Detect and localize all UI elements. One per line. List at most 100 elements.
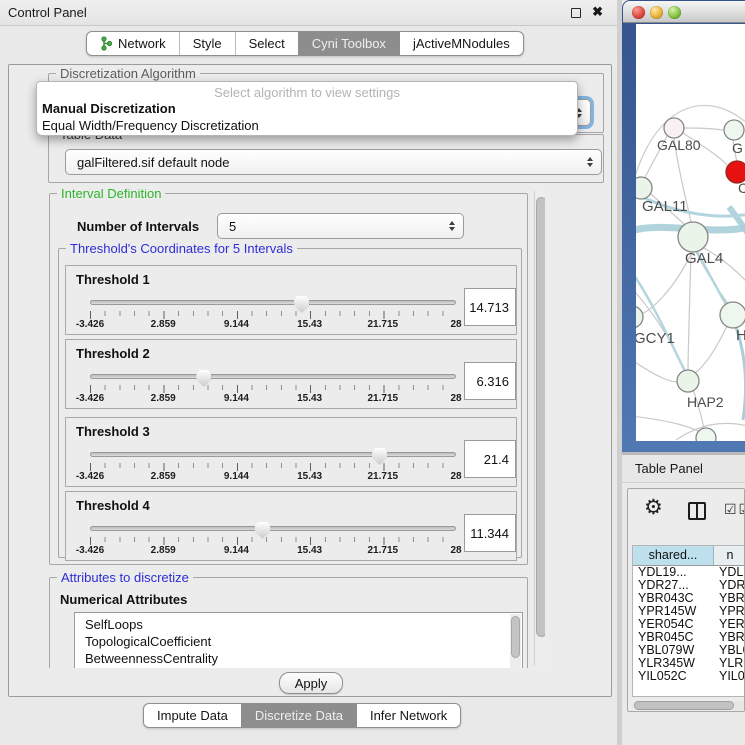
list-scrollbar-thumb[interactable] xyxy=(511,616,520,658)
threshold-3-panel: Threshold 3 -3.426 2.859 9.144 15.43 xyxy=(65,417,517,487)
threshold-2-slider[interactable]: -3.426 2.859 9.144 15.43 21.715 28 xyxy=(90,370,456,406)
column-header-name[interactable]: n xyxy=(714,546,745,565)
thresholds-group-title: Threshold's Coordinates for 5 Intervals xyxy=(66,241,297,256)
tab-style[interactable]: Style xyxy=(179,32,235,55)
node-partial-top-right xyxy=(724,120,744,140)
column-layout-icon[interactable] xyxy=(688,502,706,520)
close-traffic-light[interactable] xyxy=(632,6,645,19)
list-scrollbar[interactable] xyxy=(510,614,521,668)
tab-discretize-data[interactable]: Discretize Data xyxy=(241,704,356,727)
attributes-group: Attributes to discretize Numerical Attri… xyxy=(49,577,528,668)
tab-network[interactable]: Network xyxy=(87,32,179,55)
table-row[interactable]: YBR045CYBR0 xyxy=(633,631,745,644)
table-row[interactable]: YDR27...YDR2 xyxy=(633,579,745,592)
table-row[interactable]: YDL19...YDL1 xyxy=(633,566,745,579)
node-partial-right xyxy=(720,302,745,328)
threshold-3-value-field[interactable]: 21.4 xyxy=(464,440,516,478)
axis-label: 28 xyxy=(450,545,461,556)
combo-arrows-icon xyxy=(587,157,593,167)
minimize-traffic-light[interactable] xyxy=(650,6,663,19)
node-gal80 xyxy=(664,118,684,138)
algorithm-option-manual[interactable]: Manual Discretization xyxy=(42,101,176,116)
tab-impute-data-label: Impute Data xyxy=(157,704,228,727)
tab-jactivemnodules[interactable]: jActiveMNodules xyxy=(399,32,523,55)
apply-button[interactable]: Apply xyxy=(279,672,343,694)
tab-cyni-toolbox[interactable]: Cyni Toolbox xyxy=(298,32,399,55)
axis-label: 21.715 xyxy=(368,471,399,482)
threshold-2-value-field[interactable]: 6.316 xyxy=(464,362,516,400)
node-gal4 xyxy=(678,222,708,252)
axis-label: 28 xyxy=(450,319,461,330)
threshold-3-slider[interactable]: -3.426 2.859 9.144 15.43 21.715 28 xyxy=(90,448,456,484)
slider-track xyxy=(90,300,456,305)
slider-track xyxy=(90,526,456,531)
threshold-4-value-field[interactable]: 11.344 xyxy=(464,514,516,552)
table-panel-title: Table Panel xyxy=(635,461,703,476)
network-canvas[interactable]: GAL80 G C GAL11 GAL4 GCY1 H HAP2 xyxy=(636,24,745,441)
gear-icon[interactable]: ⚙ xyxy=(644,497,663,518)
threshold-4-label: Threshold 4 xyxy=(76,498,150,513)
table-row[interactable]: YIL052CYIL0 xyxy=(633,670,745,683)
axis-label: 9.144 xyxy=(224,471,249,482)
threshold-2-label: Threshold 2 xyxy=(76,346,150,361)
threshold-1-slider[interactable]: -3.426 2.859 9.144 15.43 21.715 28 xyxy=(90,296,456,332)
list-item[interactable]: SelfLoops xyxy=(75,613,522,633)
label-gcy1: GCY1 xyxy=(636,330,675,347)
numerical-attributes-list[interactable]: SelfLoops TopologicalCoefficient Between… xyxy=(74,612,523,668)
close-icon[interactable]: ✖ xyxy=(592,4,603,20)
tab-style-label: Style xyxy=(193,32,222,55)
network-icon xyxy=(100,36,113,51)
axis-label: 15.43 xyxy=(297,393,322,404)
cell: YPR1 xyxy=(714,605,745,618)
node-gcy1 xyxy=(636,306,643,328)
combo-arrows-icon xyxy=(449,221,455,231)
tab-infer-network[interactable]: Infer Network xyxy=(356,704,460,727)
tab-impute-data[interactable]: Impute Data xyxy=(144,704,241,727)
slider-major-ticks xyxy=(90,463,457,471)
tab-select[interactable]: Select xyxy=(235,32,298,55)
axis-label: 15.43 xyxy=(297,471,322,482)
list-item[interactable]: TopologicalCoefficient xyxy=(75,633,522,650)
network-window: GAL80 G C GAL11 GAL4 GCY1 H HAP2 xyxy=(622,0,745,452)
threshold-4-slider[interactable]: -3.426 2.859 9.144 15.43 21.715 28 xyxy=(90,522,456,558)
tab-infer-network-label: Infer Network xyxy=(370,704,447,727)
table-row[interactable]: YBL079WYBL0 xyxy=(633,644,745,657)
num-intervals-combobox[interactable]: 5 xyxy=(217,213,464,239)
table-row[interactable]: YPR145WYPR1 xyxy=(633,605,745,618)
threshold-1-panel: Threshold 1 -3.426 2.859 9.144 15.43 xyxy=(65,265,517,335)
label-gal11: GAL11 xyxy=(642,198,688,215)
table-row[interactable]: YER054CYER0 xyxy=(633,618,745,631)
checkbox-icons[interactable]: ☑☑ xyxy=(724,501,745,518)
cell: YLR3 xyxy=(714,657,745,670)
table-row[interactable]: YBR043CYBR0 xyxy=(633,592,745,605)
tab-discretize-data-label: Discretize Data xyxy=(255,704,343,727)
node-gal11 xyxy=(636,177,652,199)
horizontal-scrollbar-thumb[interactable] xyxy=(634,701,734,710)
axis-label: 2.859 xyxy=(151,471,176,482)
list-item[interactable]: BetweennessCentrality xyxy=(75,650,522,667)
algorithm-option-equal-width[interactable]: Equal Width/Frequency Discretization xyxy=(42,118,259,133)
panel-title: Control Panel xyxy=(8,5,87,20)
slider-track xyxy=(90,452,456,457)
vertical-scrollbar[interactable] xyxy=(534,191,545,666)
threshold-1-value-field[interactable]: 14.713 xyxy=(464,288,516,326)
node-hap2 xyxy=(677,370,699,392)
slider-major-ticks xyxy=(90,537,457,545)
table-row[interactable]: YLR345WYLR3 xyxy=(633,657,745,670)
axis-label: 9.144 xyxy=(224,319,249,330)
numerical-attributes-label: Numerical Attributes xyxy=(60,592,187,607)
zoom-traffic-light[interactable] xyxy=(668,6,681,19)
float-window-icon[interactable] xyxy=(571,8,581,18)
table-panel-inner: ⚙ ☑☑ shared... n YDL19...YDL1 YDR27...YD… xyxy=(627,488,745,712)
column-header-shared[interactable]: shared... xyxy=(633,546,714,565)
table-panel-header: Table Panel xyxy=(622,455,745,483)
axis-label: 9.144 xyxy=(224,393,249,404)
network-graph: GAL80 G C GAL11 GAL4 GCY1 H HAP2 xyxy=(636,24,745,441)
node-table[interactable]: shared... n YDL19...YDL1 YDR27...YDR2 YB… xyxy=(632,545,745,697)
label-partial-h: H xyxy=(736,327,745,344)
table-data-combobox[interactable]: galFiltered.sif default node xyxy=(65,149,602,175)
algorithm-group-title: Discretization Algorithm xyxy=(56,66,200,81)
vertical-scrollbar-thumb[interactable] xyxy=(536,197,545,637)
horizontal-scrollbar[interactable] xyxy=(632,701,745,710)
threshold-1-label: Threshold 1 xyxy=(76,272,150,287)
